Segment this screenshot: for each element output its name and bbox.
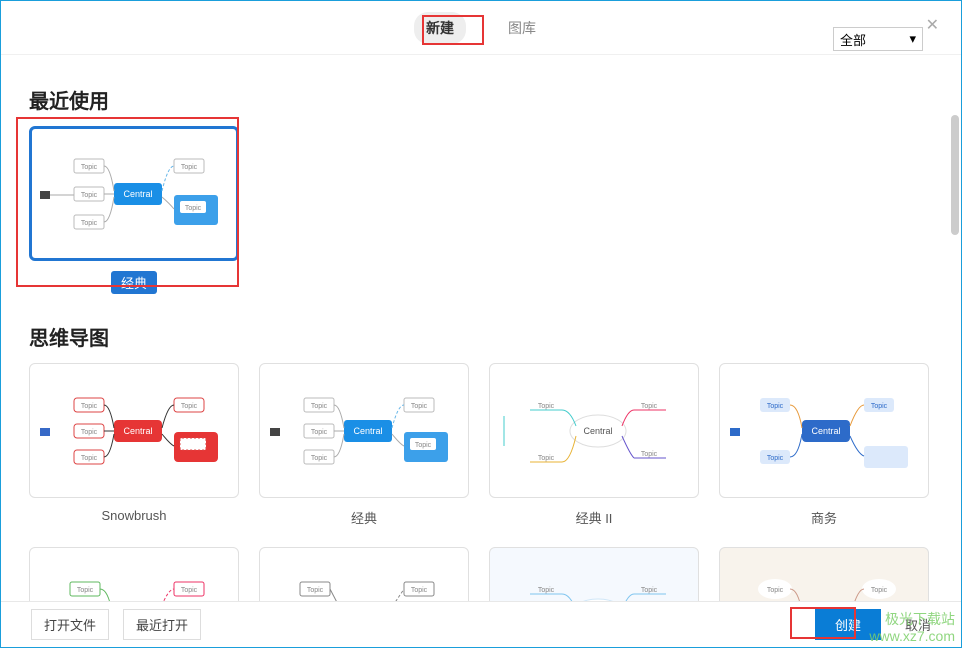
section-title-mindmap: 思维导图 (29, 322, 933, 351)
mindmap-thumb-icon: Topic Topic Topic Central Topic Topic (264, 376, 464, 486)
template-card-6[interactable]: Topic Topic Central Topic (259, 547, 469, 603)
svg-text:Topic: Topic (411, 403, 428, 410)
svg-text:Topic: Topic (185, 205, 202, 212)
template-item: Topic Topic Topic Central Topic Topic (259, 363, 469, 527)
svg-text:Central: Central (583, 426, 612, 436)
template-card-5[interactable]: Topic Topic Central Topic (29, 547, 239, 603)
tab-new[interactable]: 新建 (414, 12, 466, 44)
svg-text:Central: Central (123, 426, 152, 436)
mindmap-thumb-icon: Topic Topic Central Topic (264, 560, 464, 604)
template-label: 经典 (351, 508, 377, 527)
template-card-8[interactable]: Topic Topic Central Topic (719, 547, 929, 603)
svg-text:Topic: Topic (181, 403, 198, 410)
create-button[interactable]: 创建 (815, 609, 881, 640)
svg-text:Central: Central (353, 426, 382, 436)
template-item: Topic Topic Topic Central Topic S (29, 363, 239, 527)
footer: 打开文件 最近打开 创建 取消 (1, 601, 961, 647)
template-label: 经典 (111, 271, 157, 294)
svg-text:Topic: Topic (311, 455, 328, 462)
svg-text:Topic: Topic (81, 455, 98, 462)
template-item: Topic Topic Central Topic (259, 547, 469, 603)
template-card-classic2[interactable]: Topic Topic Topic Central Topic Topic (259, 363, 469, 498)
mindmap-thumb-icon: Topic Topic Topic Central Topic (34, 376, 234, 486)
svg-text:Topic: Topic (311, 429, 328, 436)
svg-text:Topic: Topic (411, 587, 428, 594)
mindmap-thumb-icon: Topic Topic Topic Central Topic Topic (34, 139, 234, 249)
svg-text:Topic: Topic (767, 587, 784, 594)
filter-value: 全部 (840, 30, 866, 49)
svg-text:Topic: Topic (538, 587, 555, 594)
chevron-down-icon: ▾ (909, 31, 916, 47)
template-item: Topic Topic Central Topic (29, 547, 239, 603)
template-label: Snowbrush (101, 508, 166, 523)
svg-text:Topic: Topic (81, 429, 98, 436)
template-item: Topic Topic Central Topic 商务 (719, 363, 929, 527)
mindmap-thumb-icon: Topic Topic Central Topic (34, 560, 234, 604)
template-label: 经典 II (576, 508, 613, 527)
mindmap-thumb-icon: Topic Topic Central Topic (724, 376, 924, 486)
svg-text:Topic: Topic (311, 403, 328, 410)
svg-text:Topic: Topic (81, 192, 98, 199)
section-title-recent: 最近使用 (29, 85, 933, 114)
open-file-button[interactable]: 打开文件 (31, 609, 109, 640)
content-area: 最近使用 Topic Topic Topic Central Topic Top… (1, 55, 961, 603)
svg-text:Topic: Topic (538, 403, 555, 410)
svg-text:Topic: Topic (181, 164, 198, 171)
template-item: Topic Topic Central Topic Topic 经典 II (489, 363, 699, 527)
template-item: Topic Topic Topic Central Topic Topic 经典 (29, 126, 239, 294)
svg-text:Topic: Topic (641, 451, 658, 458)
header-tabs: 新建 图库 (414, 12, 548, 44)
svg-text:Topic: Topic (641, 587, 658, 594)
svg-text:Topic: Topic (871, 587, 888, 594)
cancel-button[interactable]: 取消 (905, 615, 931, 634)
svg-text:Topic: Topic (81, 164, 98, 171)
recent-grid: Topic Topic Topic Central Topic Topic 经典 (29, 126, 933, 294)
svg-text:Topic: Topic (81, 220, 98, 227)
mindmap-thumb-icon: Topic Topic Central Topic Topic (494, 376, 694, 486)
svg-text:Topic: Topic (538, 455, 555, 462)
mindmap-grid: Topic Topic Topic Central Topic S (29, 363, 933, 603)
footer-left: 打开文件 最近打开 (31, 609, 201, 640)
template-label: 商务 (811, 508, 837, 527)
svg-text:Topic: Topic (181, 587, 198, 594)
scrollbar[interactable] (951, 115, 959, 235)
svg-text:Central: Central (811, 426, 840, 436)
template-item: Topic Topic Central Topic (489, 547, 699, 603)
svg-text:Central: Central (123, 189, 152, 199)
mindmap-thumb-icon: Topic Topic Central Topic (724, 560, 924, 604)
template-card-business[interactable]: Topic Topic Central Topic (719, 363, 929, 498)
svg-text:Topic: Topic (641, 403, 658, 410)
svg-text:Topic: Topic (767, 403, 784, 410)
template-card-classic-ii[interactable]: Topic Topic Central Topic Topic (489, 363, 699, 498)
svg-text:Topic: Topic (307, 587, 324, 594)
template-card-snowbrush[interactable]: Topic Topic Topic Central Topic (29, 363, 239, 498)
footer-right: 创建 取消 (815, 609, 931, 640)
template-card-7[interactable]: Topic Topic Central Topic (489, 547, 699, 603)
filter-dropdown[interactable]: 全部 ▾ (833, 27, 923, 51)
mindmap-section: 思维导图 Topic Topic Topic Central Topic (29, 322, 933, 603)
recent-open-button[interactable]: 最近打开 (123, 609, 201, 640)
svg-text:Topic: Topic (77, 587, 94, 594)
template-card-classic[interactable]: Topic Topic Topic Central Topic Topic (29, 126, 239, 261)
tab-library[interactable]: 图库 (496, 12, 548, 44)
header: 新建 图库 ✕ 全部 ▾ (1, 1, 961, 55)
svg-text:Topic: Topic (81, 403, 98, 410)
svg-text:Topic: Topic (871, 403, 888, 410)
svg-text:Topic: Topic (767, 455, 784, 462)
template-item: Topic Topic Central Topic (719, 547, 929, 603)
mindmap-thumb-icon: Topic Topic Central Topic (494, 560, 694, 604)
svg-text:Topic: Topic (415, 442, 432, 449)
